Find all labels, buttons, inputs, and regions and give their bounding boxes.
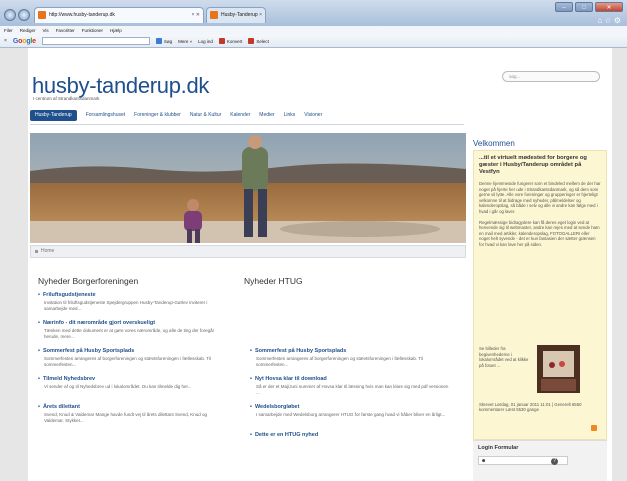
right-column-title: Nyheder HTUG <box>244 276 303 286</box>
google-logo: Google <box>12 37 36 45</box>
header-banner-image <box>30 133 466 243</box>
help-icon[interactable]: ? <box>551 458 558 465</box>
news-heading[interactable]: Sommerfest på Husby Sportsplads <box>38 348 228 354</box>
news-heading[interactable]: Tilmeld Nyhedsbrev <box>38 376 228 382</box>
close-button[interactable]: ✕ <box>595 2 623 12</box>
home-star-gear-icons[interactable]: ⌂ ☆ ⚙ <box>597 16 621 25</box>
right-news-column: Nyheder HTUG <box>244 276 303 286</box>
toolbar-select-button[interactable]: Select <box>248 38 269 44</box>
menu-tools[interactable]: Funktioner <box>82 26 103 35</box>
sidebar-heading: Velkommen <box>473 139 515 148</box>
photo-caption: Se billeder fra begivenhederne i lokalom… <box>479 346 529 368</box>
news-text: Sommerfesten arrangeres af borgerforenin… <box>44 356 211 367</box>
nav-natur-kultur[interactable]: Natur & Kultur <box>190 110 221 121</box>
news-item[interactable]: Sommerfest på Husby Sportsplads Sommerfe… <box>38 348 228 368</box>
toolbar-convert-button[interactable]: Konvert <box>218 38 242 44</box>
site-container: husby-tanderup.dk I centrum af Strandkan… <box>28 48 612 481</box>
site-tagline: I centrum af Strandkantsdanmark <box>33 96 100 101</box>
tab-label: http://www.husby-tanderup.dk <box>49 12 115 18</box>
nav-links[interactable]: Links <box>284 110 296 121</box>
welcome-paragraph-2: Regelmæssige bidragydere kan få deres eg… <box>479 219 600 247</box>
browser-tab-1[interactable]: http://www.husby-tanderup.dk × ✕ <box>34 7 204 23</box>
menu-favorites[interactable]: Favoritter <box>56 26 75 35</box>
tab-close-icon[interactable]: × <box>259 8 262 22</box>
browser-titlebar: http://www.husby-tanderup.dk × ✕ Husby-T… <box>0 0 627 26</box>
nav-foreninger[interactable]: Foreninger & klubber <box>134 110 181 121</box>
news-heading[interactable]: Sommerfest på Husby Sportsplads <box>250 348 450 354</box>
convert-icon <box>218 38 225 44</box>
rss-icon[interactable] <box>591 425 597 431</box>
maximize-button[interactable]: □ <box>575 2 593 12</box>
nav-medier[interactable]: Medier <box>259 110 274 121</box>
menu-file[interactable]: Filer <box>4 26 13 35</box>
window-controls: – □ ✕ <box>555 2 623 12</box>
news-heading[interactable]: Wedelsborgløbet <box>250 404 450 410</box>
article-footer: Skrevet Lørdag, 01 januar 2011 11:01 | G… <box>479 401 582 413</box>
menu-edit[interactable]: Rediger <box>20 26 36 35</box>
news-item[interactable]: Sommerfest på Husby Sportsplads Sommerfe… <box>250 348 450 368</box>
site-search-input[interactable]: søg... <box>502 71 600 82</box>
favicon-icon <box>210 11 218 19</box>
back-button[interactable] <box>4 9 16 21</box>
nav-husby-tanderup[interactable]: Husby-Tanderup <box>30 110 77 121</box>
news-heading[interactable]: Nyt Hovsa klar til download <box>250 376 450 382</box>
nav-forsamlingshuset[interactable]: Forsamlingshuset <box>86 110 125 121</box>
news-text: Sommerfesten arrangeres af borgerforenin… <box>256 356 423 367</box>
tab-close-icon[interactable]: × ✕ <box>192 8 201 22</box>
news-item[interactable]: Wedelsborgløbet I samarbejde med Wedelsb… <box>250 404 450 418</box>
login-title: Login Formular <box>478 445 519 451</box>
menu-help[interactable]: Hjælp <box>110 26 122 35</box>
toolbar-login-button[interactable]: Log ind <box>198 39 213 44</box>
news-item[interactable]: Tilmeld Nyhedsbrev Vi sender af og til N… <box>38 376 228 390</box>
search-icon <box>155 38 162 44</box>
news-text: Så er der et Maj/Juni nummer af Hovsa kl… <box>256 384 449 395</box>
news-text: Vi sender af og til Nyhedsbrev ud i loka… <box>44 384 192 389</box>
browser-tab-2[interactable]: Husby-Tanderup × <box>206 7 266 23</box>
nav-visioner[interactable]: Visioner <box>304 110 322 121</box>
breadcrumb: Home <box>30 245 466 258</box>
news-item[interactable]: Dette er en HTUG nyhed <box>250 432 450 438</box>
news-heading[interactable]: Dette er en HTUG nyhed <box>250 432 450 438</box>
news-heading[interactable]: Nærinfo - dit nærområde gjort overskueli… <box>38 320 228 326</box>
nav-kalender[interactable]: Kalender <box>230 110 250 121</box>
news-item[interactable]: Årets dilettant Svend, Knud & Valdemar M… <box>38 404 228 424</box>
news-text: Tænken med dette dokument er at gøre vor… <box>44 328 215 339</box>
news-text: Invitation til friluftsgudstjeneste Spej… <box>44 300 208 311</box>
news-heading[interactable]: Årets dilettant <box>38 404 228 410</box>
forward-button[interactable] <box>18 9 30 21</box>
menu-view[interactable]: Vis <box>43 26 49 35</box>
news-item[interactable]: Nyt Hovsa klar til download Så er der et… <box>250 376 450 396</box>
left-news-column: Nyheder Borgerforeningen <box>38 276 138 286</box>
tab-label: Husby-Tanderup <box>221 12 258 18</box>
news-heading[interactable]: Friluftsgudstjeneste <box>38 292 228 298</box>
page-viewport: husby-tanderup.dk I centrum af Strandkan… <box>0 48 627 481</box>
menubar: Filer Rediger Vis Favoritter Funktioner … <box>0 26 627 35</box>
minimize-button[interactable]: – <box>555 2 573 12</box>
toolbar-search-button[interactable]: Søg <box>155 38 172 44</box>
news-text: I samarbejde med Wedelsborg arrangerer H… <box>256 412 446 417</box>
toolbar-more-button[interactable]: Mere » <box>178 39 192 44</box>
login-form: Login Formular ☻ ? <box>473 440 607 481</box>
news-text: Svend, Knud & Valdemar Mange havde fundt… <box>44 412 208 423</box>
welcome-title: ...til et virtuelt mødested for borgere … <box>479 155 587 175</box>
google-search-input[interactable] <box>41 37 150 45</box>
welcome-box: ...til et virtuelt mødested for borgere … <box>473 150 607 440</box>
google-toolbar: × Google Søg Mere » Log ind Konvert Sele… <box>0 35 627 48</box>
toolbar-close-icon[interactable]: × <box>4 38 7 44</box>
gallery-photo[interactable] <box>537 345 580 393</box>
favicon-icon <box>38 11 46 19</box>
breadcrumb-icon <box>35 250 38 253</box>
main-nav: Husby-Tanderup Forsamlingshuset Forening… <box>30 110 322 121</box>
news-item[interactable]: Friluftsgudstjeneste Invitation til fril… <box>38 292 228 312</box>
user-icon: ☻ <box>481 458 487 464</box>
left-column-title: Nyheder Borgerforeningen <box>38 276 139 286</box>
news-item[interactable]: Nærinfo - dit nærområde gjort overskueli… <box>38 320 228 340</box>
nav-divider <box>30 124 464 125</box>
breadcrumb-home-link[interactable]: Home <box>41 248 54 254</box>
welcome-paragraph-1: Denne hjemmeside fungerer som et bindele… <box>479 181 601 214</box>
select-icon <box>248 38 255 44</box>
